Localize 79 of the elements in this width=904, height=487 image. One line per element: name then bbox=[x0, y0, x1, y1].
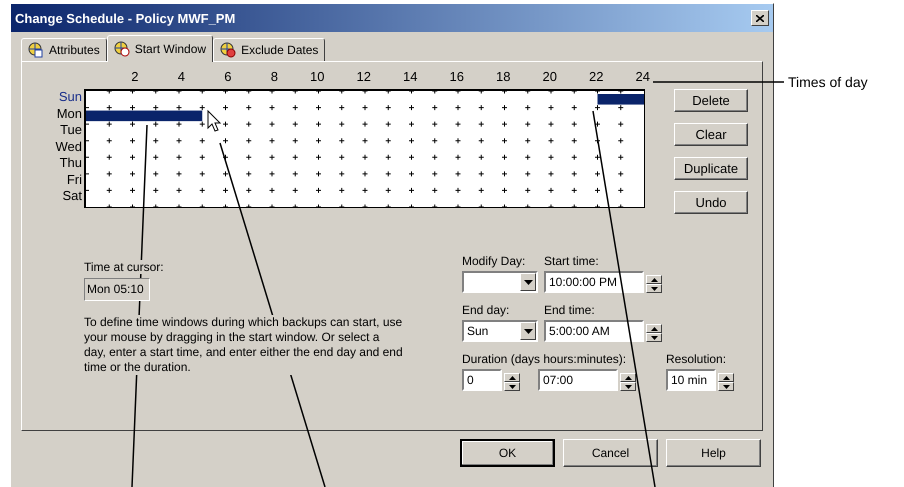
day-label: Mon bbox=[56, 106, 82, 122]
dialog-button[interactable]: Help bbox=[666, 439, 761, 467]
hour-label: 12 bbox=[356, 68, 371, 84]
day-dropdown[interactable]: Sun bbox=[462, 320, 538, 342]
time-window-slot[interactable] bbox=[620, 94, 644, 105]
end-time-field[interactable]: 5:00:00 AM bbox=[544, 320, 644, 342]
spin-down-button[interactable] bbox=[620, 382, 636, 391]
tab[interactable]: Exclude Dates bbox=[213, 38, 326, 61]
spin-up-button[interactable] bbox=[504, 373, 520, 382]
tab[interactable]: Attributes bbox=[21, 38, 107, 61]
start-time-field[interactable]: 10:00:00 PM bbox=[544, 271, 644, 293]
end-time-label: End time: bbox=[544, 303, 595, 317]
modify-day-label: Modify Day: bbox=[462, 254, 526, 268]
down-arrow-icon bbox=[650, 336, 658, 340]
up-arrow-icon bbox=[624, 376, 632, 380]
time-window-slot[interactable] bbox=[179, 110, 203, 122]
up-arrow-icon bbox=[508, 376, 516, 380]
time-at-cursor-label: Time at cursor: bbox=[84, 260, 164, 274]
dialog-button[interactable]: Cancel bbox=[563, 439, 658, 467]
spin-up-button[interactable] bbox=[620, 373, 636, 382]
side-button[interactable]: Clear bbox=[674, 123, 748, 146]
start-time-label: Start time: bbox=[544, 254, 599, 268]
callout-text: Times of day bbox=[788, 74, 868, 90]
day-dropdown[interactable] bbox=[462, 271, 538, 293]
spin-down-button[interactable] bbox=[646, 284, 662, 293]
hour-label: 14 bbox=[402, 68, 418, 84]
hour-label: 8 bbox=[270, 68, 278, 84]
duration-days-field[interactable]: 0 bbox=[462, 369, 502, 391]
duration-label: Duration (days hours:minutes): bbox=[462, 352, 626, 366]
spin-down-button[interactable] bbox=[504, 382, 520, 391]
day-label: Thu bbox=[58, 155, 82, 172]
dropdown-arrow-icon bbox=[524, 280, 532, 284]
spin-up-button[interactable] bbox=[718, 373, 734, 382]
close-button[interactable] bbox=[751, 10, 769, 26]
side-button[interactable]: Delete bbox=[674, 89, 748, 112]
hour-label: 4 bbox=[176, 68, 185, 84]
day-label: Tue bbox=[59, 122, 82, 139]
day-label: Fri bbox=[66, 172, 82, 188]
dropdown-button[interactable] bbox=[520, 273, 536, 291]
mouse-cursor-icon bbox=[208, 110, 222, 132]
start-window-grid[interactable] bbox=[84, 89, 645, 208]
down-arrow-icon bbox=[624, 384, 632, 388]
side-button[interactable]: Undo bbox=[674, 191, 748, 214]
day-label: Sun bbox=[58, 89, 82, 106]
up-arrow-icon bbox=[650, 278, 658, 282]
down-arrow-icon bbox=[508, 384, 516, 388]
day-label: Sat bbox=[61, 188, 82, 205]
resolution-label: Resolution: bbox=[666, 352, 726, 366]
time-at-cursor-field: Mon 05:10 bbox=[84, 278, 150, 301]
tab[interactable]: Start Window bbox=[106, 35, 214, 62]
window-title: Change Schedule - Policy MWF_PM bbox=[15, 10, 236, 26]
spin-up-button[interactable] bbox=[646, 324, 662, 333]
time-window-slot[interactable] bbox=[86, 110, 110, 122]
time-window-slot[interactable] bbox=[598, 94, 622, 105]
spin-down-button[interactable] bbox=[718, 382, 734, 391]
side-button[interactable]: Duplicate bbox=[674, 157, 748, 180]
down-arrow-icon bbox=[722, 384, 730, 388]
down-arrow-icon bbox=[650, 286, 658, 290]
duration-time-field[interactable]: 07:00 bbox=[538, 369, 618, 391]
instructions-text: To define time windows during which backups can start, use your mouse by dragging in the start window. Or select a day, enter a start time, and enter either the end day and end time or the duration. bbox=[84, 315, 404, 375]
hour-label: 16 bbox=[448, 68, 464, 84]
hour-label: 20 bbox=[542, 68, 557, 84]
hour-label: 6 bbox=[223, 68, 232, 84]
hour-label: 2 bbox=[130, 68, 138, 84]
spin-up-button[interactable] bbox=[646, 275, 662, 284]
dropdown-button[interactable] bbox=[520, 322, 536, 340]
day-label: Wed bbox=[54, 138, 82, 156]
hour-label: 24 bbox=[634, 68, 650, 84]
up-arrow-icon bbox=[650, 326, 658, 330]
up-arrow-icon bbox=[722, 376, 730, 380]
dropdown-arrow-icon bbox=[524, 328, 532, 334]
hour-label: 22 bbox=[588, 68, 604, 84]
close-icon bbox=[756, 14, 764, 22]
resolution-field[interactable]: 10 min bbox=[666, 369, 716, 391]
end-day-label: End day: bbox=[462, 303, 510, 317]
hour-label: 10 bbox=[309, 68, 324, 84]
hour-label: 18 bbox=[495, 68, 510, 84]
dialog-button[interactable]: OK bbox=[460, 439, 555, 467]
spin-down-button[interactable] bbox=[646, 333, 662, 342]
